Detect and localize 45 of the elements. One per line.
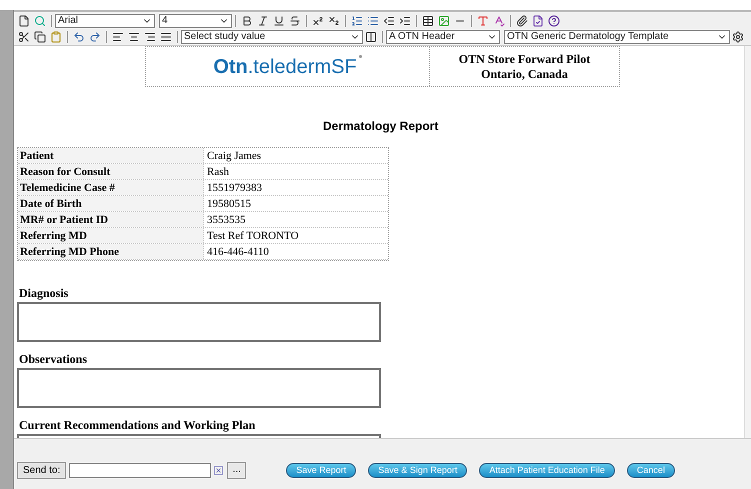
send-to-field[interactable] bbox=[69, 462, 212, 478]
align-center-icon[interactable] bbox=[126, 30, 142, 44]
section-heading: Diagnosis bbox=[18, 286, 70, 300]
align-right-icon[interactable] bbox=[142, 30, 158, 44]
settings-icon[interactable] bbox=[730, 30, 746, 44]
report-title: Dermatology Report bbox=[323, 118, 438, 135]
header-title: OTN Store Forward Pilot bbox=[458, 52, 590, 66]
send-to-label: Send to: bbox=[17, 462, 66, 478]
table-cell: Date of Birth bbox=[18, 196, 204, 211]
text-area[interactable] bbox=[17, 368, 381, 408]
table-cell-text: Test Ref TORONTO bbox=[206, 229, 300, 243]
outdent-icon[interactable] bbox=[381, 14, 397, 28]
insert-field-icon[interactable] bbox=[363, 30, 379, 44]
table-cell: Patient bbox=[18, 148, 204, 163]
table-cell-text: 416-446-4110 bbox=[206, 245, 270, 259]
font-size-dropdown[interactable]: 4 bbox=[159, 14, 232, 28]
section-heading: Observations bbox=[18, 352, 88, 366]
copy-icon[interactable] bbox=[32, 30, 48, 44]
logo: Otn.teledermSF bbox=[146, 47, 429, 86]
font-dropdown[interactable]: Arial bbox=[55, 14, 155, 28]
table-cell-text: Craig James bbox=[206, 149, 262, 163]
table-cell-text: 3553535 bbox=[206, 213, 246, 227]
table-icon[interactable] bbox=[420, 14, 436, 28]
justify-icon[interactable] bbox=[158, 30, 174, 44]
template-dropdown[interactable]: OTN Generic Dermatology Template bbox=[504, 30, 730, 44]
table-cell: MR# or Patient ID bbox=[18, 212, 204, 227]
table-cell: Telemedicine Case # bbox=[18, 180, 204, 195]
table-cell-text: Rash bbox=[206, 165, 230, 179]
header-dropdown[interactable]: A OTN Header bbox=[386, 30, 500, 44]
table-cell-text: 19580515 bbox=[206, 197, 252, 211]
paperclip-icon[interactable] bbox=[514, 14, 530, 28]
table-cell-text: 1551979383 bbox=[206, 181, 263, 195]
table-cell: Referring MD bbox=[18, 228, 204, 243]
browse-button[interactable]: ... bbox=[227, 462, 246, 478]
clear-icon[interactable] bbox=[214, 466, 224, 474]
align-left-icon[interactable] bbox=[110, 30, 126, 44]
table-cell: Reason for Consult bbox=[18, 164, 204, 179]
text-area[interactable] bbox=[17, 302, 381, 342]
help-icon[interactable] bbox=[546, 14, 562, 28]
header-subtitle: Ontario, Canada bbox=[481, 66, 568, 82]
section-heading: Current Recommendations and Working Plan bbox=[18, 418, 256, 432]
indent-icon[interactable] bbox=[397, 14, 413, 28]
table-cell: Referring MD Phone bbox=[18, 244, 204, 259]
numbered-list-icon[interactable] bbox=[349, 14, 365, 28]
study-value-dropdown[interactable]: Select study value bbox=[181, 30, 363, 44]
